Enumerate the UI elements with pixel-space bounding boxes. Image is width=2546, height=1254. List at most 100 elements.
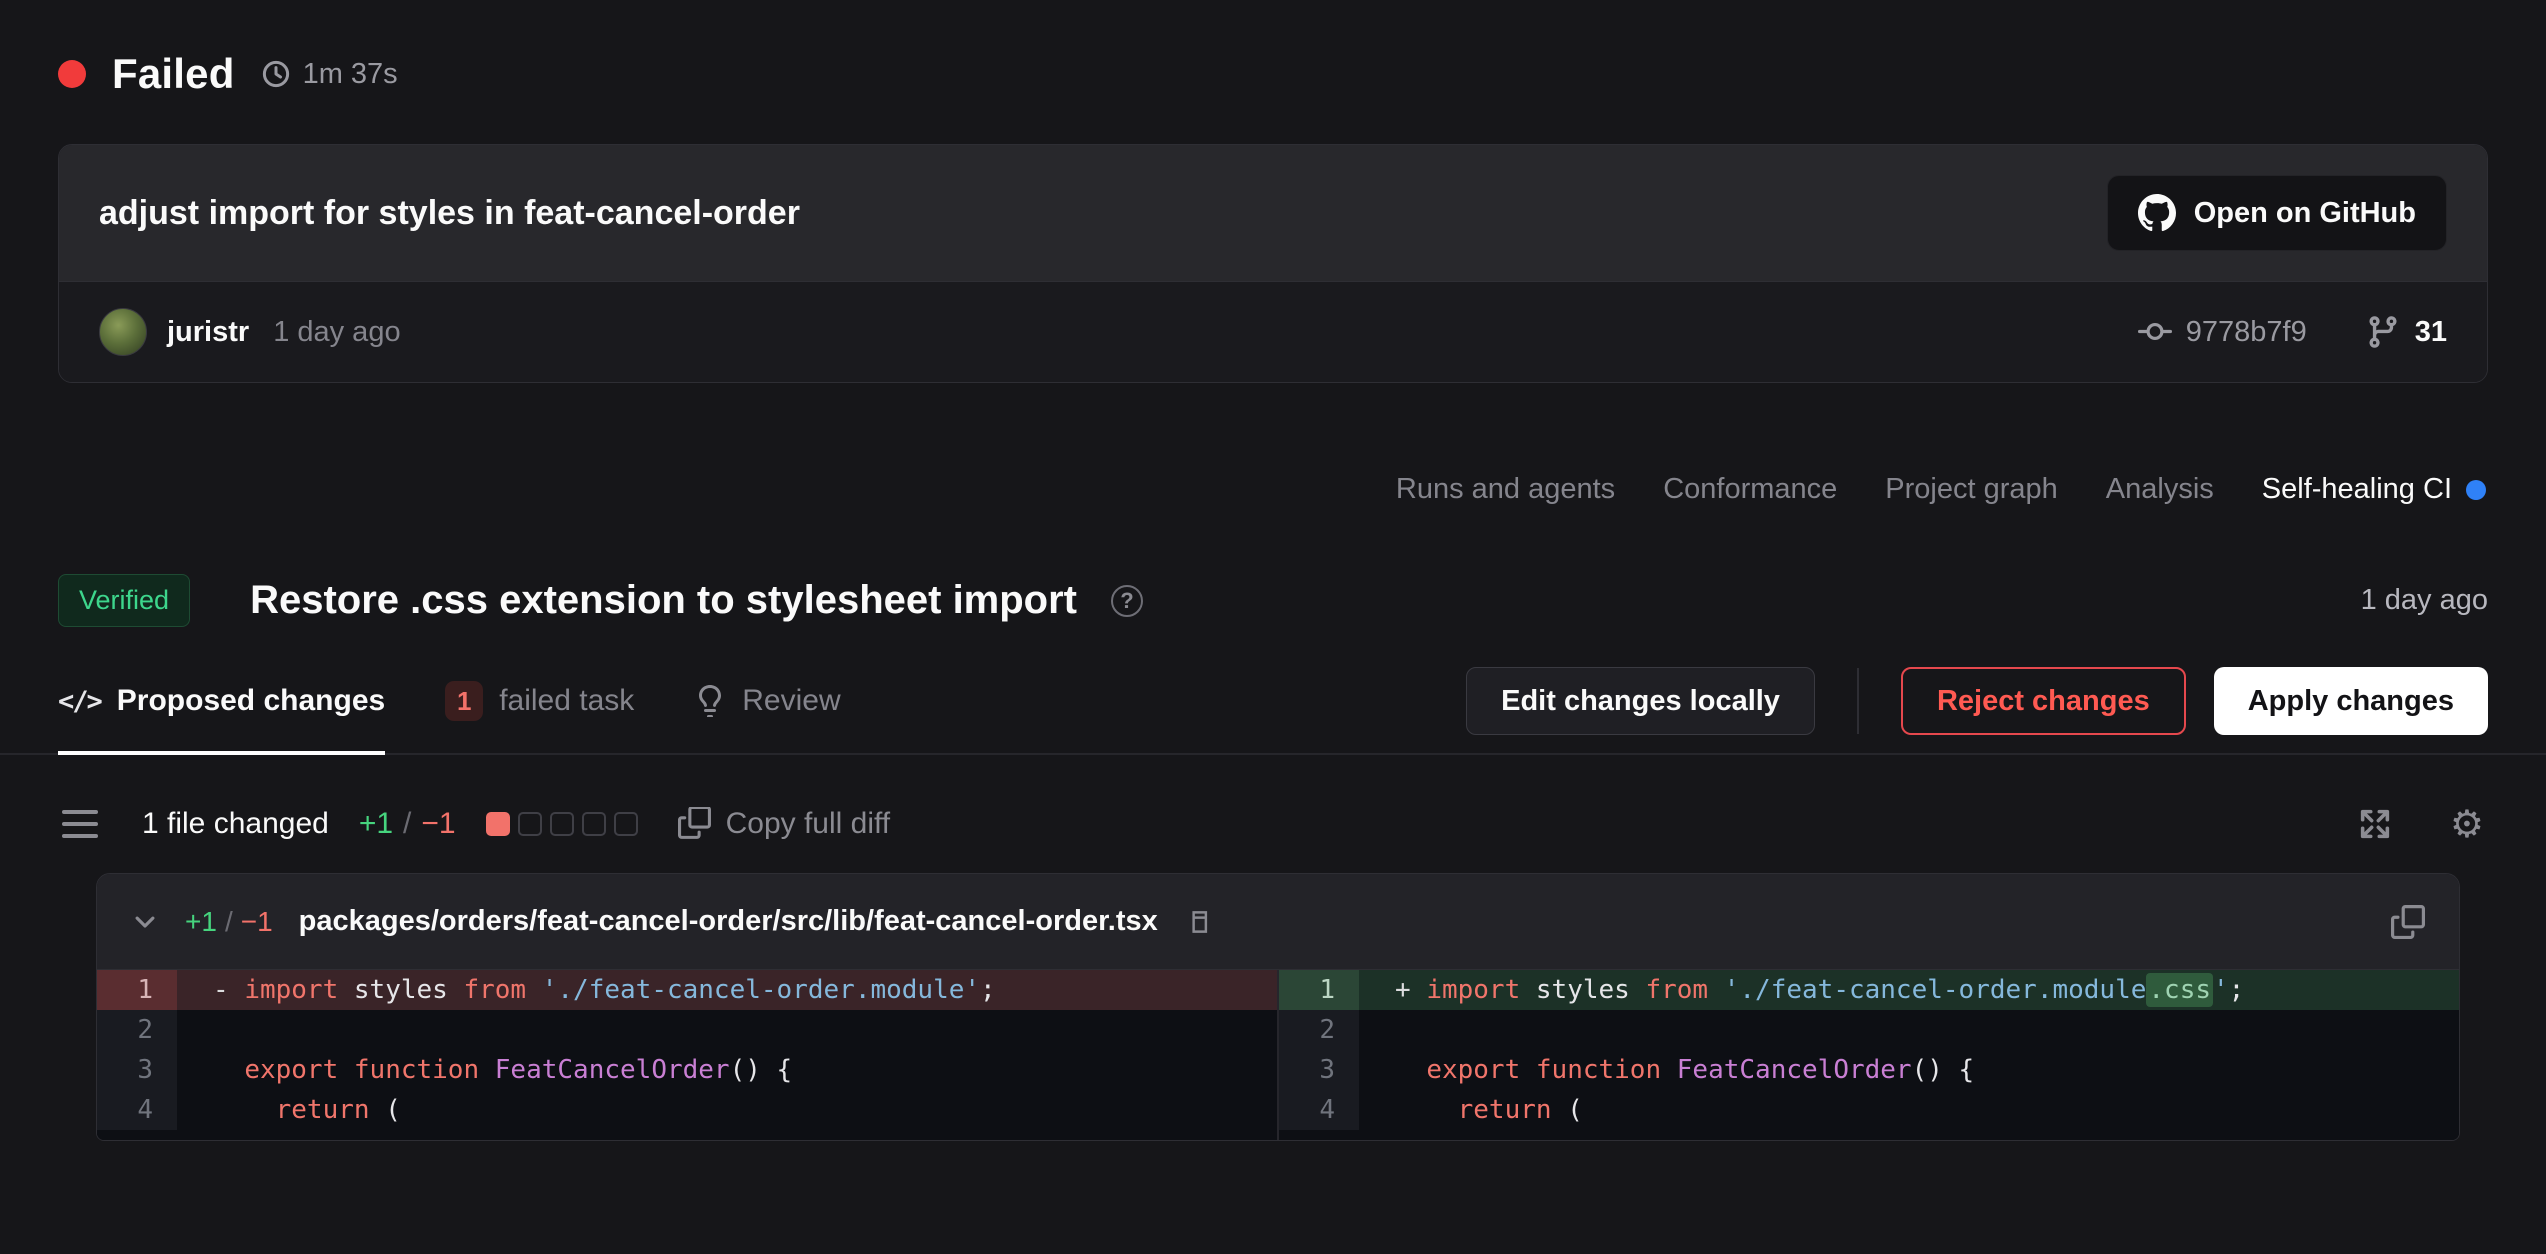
copy-full-diff-label: Copy full diff: [726, 807, 891, 841]
diff-blocks: [486, 812, 638, 836]
code-text: [1359, 1010, 2459, 1050]
file-list-menu-icon[interactable]: [62, 810, 98, 838]
commit-meta: 9778b7f9 31: [2138, 314, 2447, 350]
file-delta-separator: /: [225, 906, 233, 938]
deletions-count: −1: [421, 807, 455, 841]
code-text: export function FeatCancelOrder() {: [177, 1050, 1277, 1090]
tab-review[interactable]: Review: [694, 681, 840, 755]
commit-icon: [2138, 315, 2172, 349]
open-on-github-button[interactable]: Open on GitHub: [2107, 175, 2447, 251]
code-line-context: 4 return (: [1279, 1090, 2459, 1130]
diff-block-deleted: [486, 812, 510, 836]
file-additions: +1: [185, 906, 217, 938]
authored-time: 1 day ago: [273, 316, 400, 349]
code-icon: </>: [58, 686, 101, 717]
code-text: return (: [177, 1090, 1277, 1130]
code-line-added: 1+ import styles from './feat-cancel-ord…: [1279, 970, 2459, 1010]
diff-toolbar-left: 1 file changed +1 / −1 Copy full diff: [62, 807, 890, 841]
fix-title: Restore .css extension to stylesheet imp…: [250, 578, 1077, 623]
file-path: packages/orders/feat-cancel-order/src/li…: [299, 905, 1158, 938]
workspace-nav: Runs and agents Conformance Project graph A…: [0, 473, 2546, 506]
line-number: 2: [1279, 1010, 1359, 1050]
file-delta: +1 / −1: [185, 906, 273, 938]
duration-text: 1m 37s: [303, 58, 398, 91]
nav-item-label: Project graph: [1885, 473, 2058, 506]
diff-pane-after: 1+ import styles from './feat-cancel-ord…: [1277, 970, 2459, 1140]
nav-item-conformance[interactable]: Conformance: [1663, 473, 1837, 506]
expand-icon[interactable]: [2356, 805, 2394, 843]
avatar: [99, 308, 147, 356]
fix-heading-row: Verified Restore .css extension to style…: [0, 574, 2546, 627]
copy-file-diff-icon[interactable]: [2391, 905, 2425, 939]
diff-toolbar: 1 file changed +1 / −1 Copy full diff ⚙: [0, 755, 2546, 843]
code-text: export function FeatCancelOrder() {: [1359, 1050, 2459, 1090]
nav-item-label: Conformance: [1663, 473, 1837, 506]
code-text: - import styles from './feat-cancel-orde…: [177, 970, 1277, 1010]
author-group: juristr 1 day ago: [99, 308, 401, 356]
fix-time: 1 day ago: [2361, 584, 2488, 617]
tabs-row: </> Proposed changes 1 failed task Revie…: [0, 667, 2546, 755]
github-button-label: Open on GitHub: [2194, 197, 2416, 230]
page: Failed 1m 37s adjust import for styles i…: [0, 0, 2546, 1254]
github-icon: [2138, 194, 2176, 232]
code-text: [177, 1010, 1277, 1050]
line-number: 4: [1279, 1090, 1359, 1130]
nav-item-analysis[interactable]: Analysis: [2106, 473, 2214, 506]
diff-toolbar-right: ⚙: [2356, 805, 2484, 843]
branch-count-item[interactable]: 31: [2365, 314, 2447, 350]
line-number: 1: [97, 970, 177, 1010]
status-label: Failed: [112, 50, 235, 98]
commit-card-top: adjust import for styles in feat-cancel-…: [59, 145, 2487, 281]
edit-changes-button[interactable]: Edit changes locally: [1466, 667, 1815, 735]
copy-path-icon[interactable]: [1184, 908, 1212, 936]
diff-body: 1- import styles from './feat-cancel-ord…: [97, 970, 2459, 1140]
git-branch-icon: [2365, 314, 2401, 350]
reject-changes-button[interactable]: Reject changes: [1901, 667, 2186, 735]
diff-pane-before: 1- import styles from './feat-cancel-ord…: [97, 970, 1277, 1140]
copy-full-diff-button[interactable]: Copy full diff: [678, 807, 891, 841]
tab-failed-label: failed task: [499, 684, 634, 718]
nav-item-runs-and-agents[interactable]: Runs and agents: [1396, 473, 1615, 506]
author-name: juristr: [167, 316, 249, 349]
diff-card: +1 / −1 packages/orders/feat-cancel-orde…: [96, 873, 2460, 1141]
diff-block-empty: [614, 812, 638, 836]
help-icon[interactable]: ?: [1111, 585, 1143, 617]
code-text: + import styles from './feat-cancel-orde…: [1359, 970, 2459, 1010]
nav-item-self-healing-ci[interactable]: Self-healing CI: [2262, 473, 2486, 506]
diff-delta: +1 / −1: [359, 807, 456, 841]
lightbulb-icon: [694, 685, 726, 717]
line-number: 4: [97, 1090, 177, 1130]
clipboard-icon: [678, 807, 712, 841]
commit-card: adjust import for styles in feat-cancel-…: [58, 144, 2488, 383]
code-line-context: 2: [1279, 1010, 2459, 1050]
code-line-context: 2: [97, 1010, 1277, 1050]
tab-proposed-changes[interactable]: </> Proposed changes: [58, 681, 385, 755]
diff-block-empty: [518, 812, 542, 836]
actions-divider: [1857, 668, 1859, 734]
verified-badge: Verified: [58, 574, 190, 627]
delta-separator: /: [403, 807, 411, 841]
commit-hash-item[interactable]: 9778b7f9: [2138, 315, 2307, 349]
nav-item-project-graph[interactable]: Project graph: [1885, 473, 2058, 506]
chevron-down-icon[interactable]: [131, 908, 159, 936]
apply-changes-button[interactable]: Apply changes: [2214, 667, 2488, 735]
status-failed-dot: [58, 60, 86, 88]
commit-title: adjust import for styles in feat-cancel-…: [99, 194, 800, 233]
code-line-context: 4 return (: [97, 1090, 1277, 1130]
line-number: 3: [1279, 1050, 1359, 1090]
fix-tabs: </> Proposed changes 1 failed task Revie…: [58, 681, 841, 753]
file-deletions: −1: [241, 906, 273, 938]
code-text: return (: [1359, 1090, 2459, 1130]
commit-card-bottom: juristr 1 day ago 9778b7f9 31: [59, 281, 2487, 382]
diff-block-empty: [550, 812, 574, 836]
failed-count-badge: 1: [445, 681, 483, 721]
gear-icon[interactable]: ⚙: [2450, 805, 2484, 843]
run-duration: 1m 37s: [261, 58, 398, 91]
nav-item-label: Self-healing CI: [2262, 473, 2452, 506]
code-line-removed: 1- import styles from './feat-cancel-ord…: [97, 970, 1277, 1010]
tab-proposed-label: Proposed changes: [117, 684, 385, 718]
tab-failed-task[interactable]: 1 failed task: [445, 681, 634, 755]
additions-count: +1: [359, 807, 393, 841]
files-changed-label: 1 file changed: [142, 807, 329, 841]
code-line-context: 3 export function FeatCancelOrder() {: [97, 1050, 1277, 1090]
